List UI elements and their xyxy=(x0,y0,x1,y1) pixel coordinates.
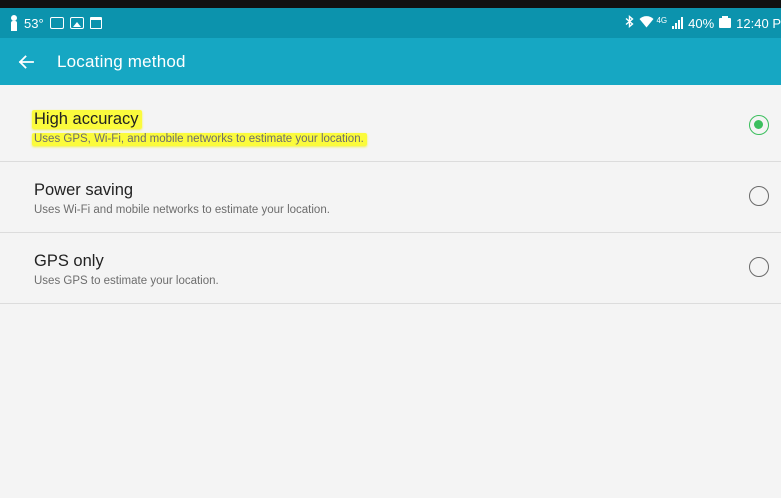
option-power-saving[interactable]: Power saving Uses Wi-Fi and mobile netwo… xyxy=(0,162,781,233)
option-description: Uses Wi-Fi and mobile networks to estima… xyxy=(34,204,330,216)
highlighted-title: High accuracy xyxy=(32,110,142,129)
option-high-accuracy[interactable]: High accuracy Uses GPS, Wi-Fi, and mobil… xyxy=(0,85,781,162)
person-icon xyxy=(10,15,18,31)
radio-button[interactable] xyxy=(749,257,769,277)
bluetooth-icon xyxy=(625,15,635,31)
signal-icon xyxy=(672,17,684,29)
email-notification-icon xyxy=(49,17,64,29)
battery-percent-text: 40% xyxy=(688,15,715,31)
option-title: GPS only xyxy=(34,252,104,270)
radio-button-selected[interactable] xyxy=(749,115,769,135)
locating-method-list: High accuracy Uses GPS, Wi-Fi, and mobil… xyxy=(0,85,781,304)
highlighted-description: Uses GPS, Wi-Fi, and mobile networks to … xyxy=(32,133,367,146)
option-title: Power saving xyxy=(34,181,134,199)
battery-icon xyxy=(719,16,732,28)
device-bezel xyxy=(0,0,781,8)
clock-text: 12:40 P xyxy=(736,15,781,31)
option-description: Uses GPS to estimate your location. xyxy=(34,275,219,287)
calendar-notification-icon xyxy=(89,17,102,29)
page-title: Locating method xyxy=(57,51,186,71)
temperature-text: 53° xyxy=(24,15,44,31)
back-arrow-icon xyxy=(18,54,34,69)
status-bar: 53° 4G 40% 12:40 P xyxy=(0,8,781,38)
option-description: Uses GPS, Wi-Fi, and mobile networks to … xyxy=(32,133,367,146)
network-type-text: 4G xyxy=(656,15,668,25)
status-bar-right: 4G 40% 12:40 P xyxy=(625,15,781,31)
wifi-icon xyxy=(639,15,654,31)
radio-button[interactable] xyxy=(749,186,769,206)
screen: 53° 4G 40% 12:40 P Locating method High … xyxy=(0,0,781,498)
radio-selected-dot xyxy=(754,120,763,129)
option-title: High accuracy xyxy=(32,110,142,129)
status-bar-left: 53° xyxy=(10,15,102,31)
option-gps-only[interactable]: GPS only Uses GPS to estimate your locat… xyxy=(0,233,781,304)
back-button[interactable] xyxy=(0,38,52,85)
app-bar: Locating method xyxy=(0,38,781,85)
gallery-notification-icon xyxy=(69,17,84,29)
